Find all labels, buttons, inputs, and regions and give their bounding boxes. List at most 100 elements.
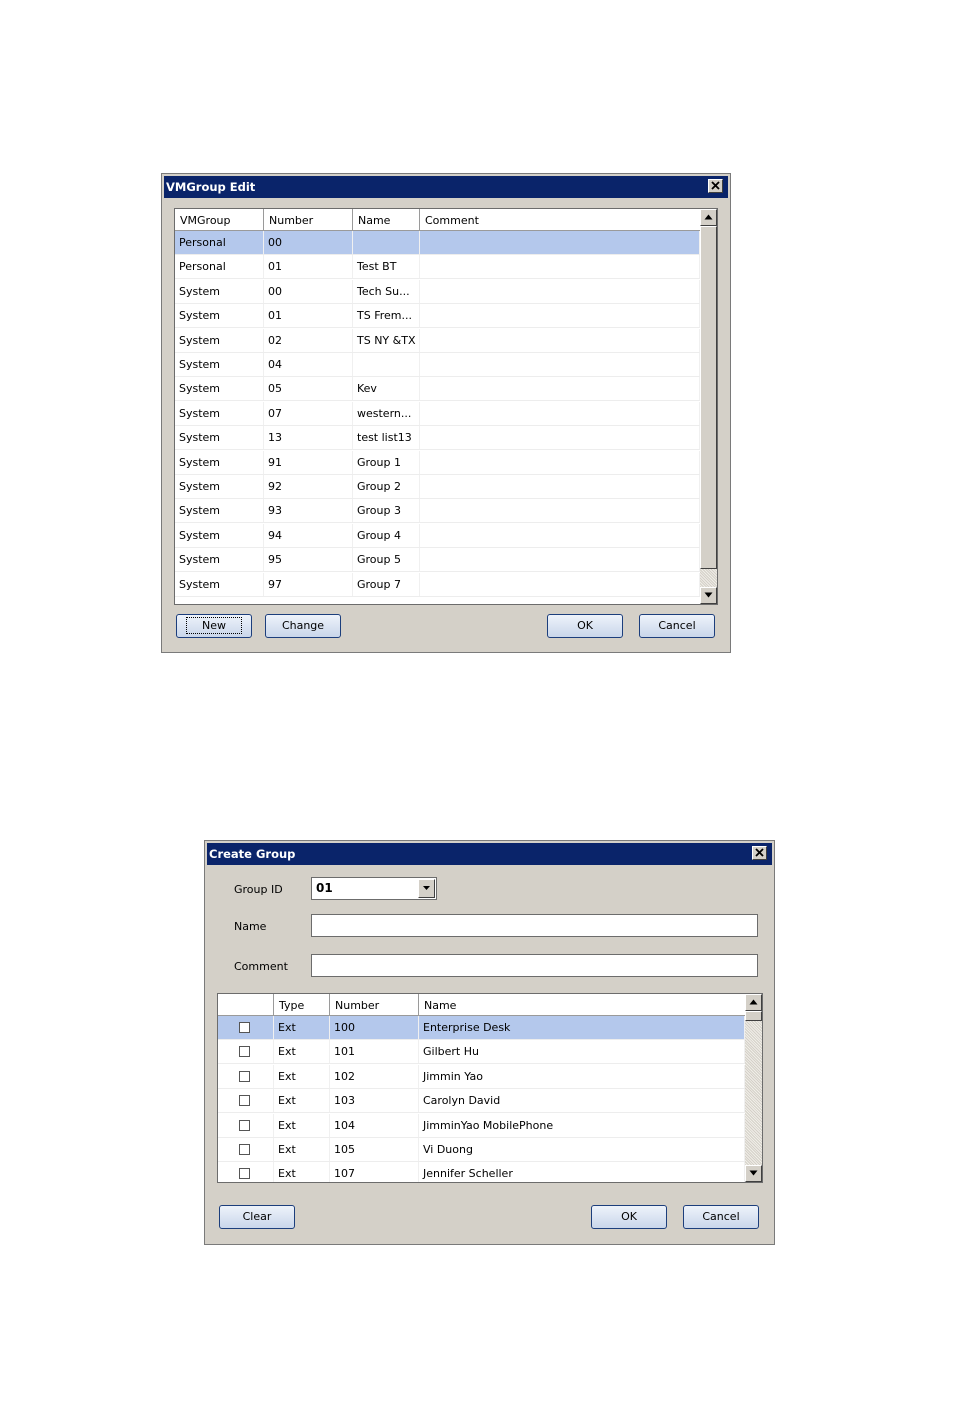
cell-number: 93 — [264, 499, 353, 523]
row-checkbox[interactable] — [239, 1095, 250, 1107]
cell-comment — [420, 499, 700, 523]
table-row[interactable]: System 07 western... — [175, 401, 700, 426]
cell-vmgroup: System — [175, 328, 264, 352]
table-row[interactable]: Personal 00 — [175, 231, 700, 255]
cell-number: 100 — [330, 1016, 419, 1039]
cell-number: 103 — [330, 1089, 419, 1113]
table-row[interactable]: Ext 105 Vi Duong — [218, 1138, 745, 1162]
row-checkbox[interactable] — [239, 1144, 250, 1155]
scroll-up-button[interactable] — [745, 994, 762, 1011]
comment-label: Comment — [234, 960, 288, 973]
cell-vmgroup: System — [175, 377, 264, 401]
vertical-scrollbar[interactable] — [745, 994, 762, 1182]
scroll-thumb[interactable] — [745, 1011, 762, 1021]
column-header-type[interactable]: Type — [274, 994, 330, 1015]
table-row[interactable]: Ext 102 Jimmin Yao — [218, 1064, 745, 1089]
row-checkbox[interactable] — [239, 1119, 250, 1131]
column-header-vmgroup[interactable]: VMGroup — [175, 209, 264, 230]
table-row[interactable]: System 95 Group 5 — [175, 548, 700, 573]
table-row[interactable]: System 05 Kev — [175, 377, 700, 402]
cell-name — [353, 231, 420, 254]
cell-vmgroup: System — [175, 304, 264, 328]
table-row[interactable]: System 01 TS Frem... — [175, 304, 700, 329]
cell-vmgroup: System — [175, 523, 264, 547]
table-row[interactable]: Ext 107 Jennifer Scheller — [218, 1162, 745, 1182]
table-row[interactable]: System 13 test list13 — [175, 426, 700, 451]
column-header-select[interactable] — [218, 994, 274, 1015]
scroll-up-button[interactable] — [700, 209, 717, 226]
vmgroup-list[interactable]: VMGroup Number Name Comment Personal 00 Pe… — [174, 208, 718, 605]
cell-comment — [420, 450, 700, 474]
column-header-comment[interactable]: Comment — [420, 209, 700, 230]
new-button[interactable]: New — [176, 614, 252, 638]
row-checkbox[interactable] — [239, 1022, 250, 1033]
name-field[interactable] — [311, 914, 758, 937]
cell-name: Enterprise Desk — [419, 1016, 745, 1039]
comment-field[interactable] — [311, 954, 758, 977]
vertical-scrollbar[interactable] — [700, 209, 717, 604]
cell-name: Group 4 — [353, 523, 420, 547]
table-row[interactable]: Ext 103 Carolyn David — [218, 1089, 745, 1114]
table-row[interactable]: System 91 Group 1 — [175, 450, 700, 475]
column-header-number[interactable]: Number — [264, 209, 353, 230]
cell-vmgroup: System — [175, 401, 264, 425]
row-checkbox[interactable] — [239, 1168, 250, 1180]
cancel-button[interactable]: Cancel — [639, 614, 715, 638]
cell-number: 102 — [330, 1064, 419, 1088]
cell-vmgroup: System — [175, 426, 264, 450]
cell-name: Tech Su... — [353, 279, 420, 303]
table-row[interactable]: Ext 101 Gilbert Hu — [218, 1040, 745, 1065]
table-row[interactable]: System 92 Group 2 — [175, 475, 700, 499]
table-row[interactable]: System 02 TS NY &TX — [175, 328, 700, 353]
cell-number: 95 — [264, 548, 353, 572]
table-row[interactable]: System 00 Tech Su... — [175, 279, 700, 304]
name-label: Name — [234, 920, 267, 933]
cancel-button[interactable]: Cancel — [683, 1205, 759, 1229]
cell-type: Ext — [274, 1162, 330, 1182]
cell-select — [218, 1040, 274, 1064]
cell-select — [218, 1138, 274, 1161]
scroll-down-button[interactable] — [700, 587, 717, 604]
table-row[interactable]: Personal 01 Test BT — [175, 255, 700, 280]
cell-number: 92 — [264, 475, 353, 498]
chevron-down-icon — [423, 886, 430, 890]
ok-button[interactable]: OK — [547, 614, 623, 638]
column-header-name[interactable]: Name — [353, 209, 420, 230]
group-id-dropdown[interactable]: 01 — [311, 877, 437, 900]
cell-vmgroup: System — [175, 572, 264, 596]
clear-button[interactable]: Clear — [219, 1205, 295, 1229]
cell-number: 101 — [330, 1040, 419, 1064]
cell-comment — [420, 377, 700, 401]
cell-number: 01 — [264, 255, 353, 279]
cell-comment — [420, 548, 700, 572]
cell-comment — [420, 279, 700, 303]
table-row[interactable]: Ext 100 Enterprise Desk — [218, 1016, 745, 1040]
cell-comment — [420, 475, 700, 498]
table-row[interactable]: System 94 Group 4 — [175, 523, 700, 548]
cell-vmgroup: System — [175, 475, 264, 498]
row-checkbox[interactable] — [239, 1070, 250, 1082]
table-row[interactable]: System 93 Group 3 — [175, 499, 700, 524]
cell-type: Ext — [274, 1040, 330, 1064]
scroll-down-button[interactable] — [745, 1165, 762, 1182]
member-list[interactable]: Type Number Name Ext 100 Enterprise Desk Ex… — [217, 993, 763, 1183]
cell-comment — [420, 353, 700, 376]
table-row[interactable]: Ext 104 JimminYao MobilePhone — [218, 1113, 745, 1138]
cell-comment — [420, 401, 700, 425]
cell-number: 91 — [264, 450, 353, 474]
vmgroup-list-header: VMGroup Number Name Comment — [175, 209, 700, 231]
close-button[interactable] — [752, 846, 767, 860]
scroll-up-arrow-icon — [704, 214, 713, 220]
scroll-thumb[interactable] — [700, 226, 717, 569]
row-checkbox[interactable] — [239, 1046, 250, 1058]
close-button[interactable] — [708, 179, 723, 193]
table-row[interactable]: System 97 Group 7 — [175, 572, 700, 597]
dropdown-button[interactable] — [418, 879, 435, 898]
ok-button[interactable]: OK — [591, 1205, 667, 1229]
group-id-value: 01 — [316, 881, 333, 895]
cell-name: Group 5 — [353, 548, 420, 572]
table-row[interactable]: System 04 — [175, 353, 700, 377]
column-header-name[interactable]: Name — [419, 994, 745, 1015]
change-button[interactable]: Change — [265, 614, 341, 638]
column-header-number[interactable]: Number — [330, 994, 419, 1015]
